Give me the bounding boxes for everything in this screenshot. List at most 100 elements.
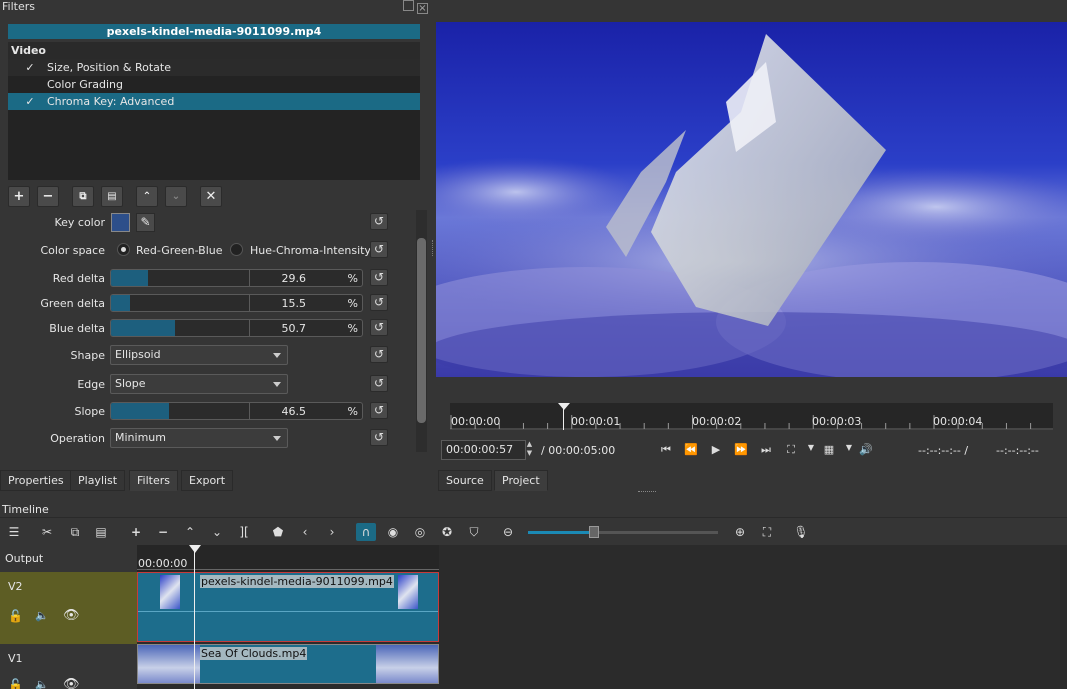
deselect-filter-button[interactable]: ✕: [200, 186, 222, 207]
paste-icon[interactable]: ▤: [93, 525, 109, 539]
timeline-tracks[interactable]: 00:00:00 pexels-kindel-media-9011099.mp4…: [137, 545, 1067, 689]
lock-icon[interactable]: 🔓: [8, 678, 23, 689]
reset-icon[interactable]: ↺: [370, 319, 388, 336]
video-preview[interactable]: [436, 22, 1067, 377]
blue-delta-slider[interactable]: 50.7 %: [110, 319, 363, 337]
grid-icon[interactable]: ▦: [821, 443, 837, 456]
move-up-button[interactable]: ⌃: [136, 186, 158, 207]
tab-properties[interactable]: Properties: [0, 470, 72, 491]
move-down-button[interactable]: ⌄: [165, 186, 187, 207]
reset-icon[interactable]: ↺: [370, 375, 388, 392]
rewind-icon[interactable]: ⏪: [683, 443, 699, 456]
zoom-in-icon[interactable]: ⊕: [732, 525, 748, 539]
slope-value[interactable]: 46.5: [282, 405, 307, 418]
play-icon[interactable]: ▶: [708, 443, 724, 456]
filter-item-selected[interactable]: ✓ Chroma Key: Advanced: [8, 93, 420, 110]
marker-icon[interactable]: ⬟: [270, 525, 286, 539]
reset-icon[interactable]: ↺: [370, 346, 388, 363]
current-timecode[interactable]: 00:00:00:57: [441, 440, 526, 460]
scrub-icon[interactable]: ◉: [385, 525, 401, 539]
timeline-ruler[interactable]: 00:00:00: [137, 545, 439, 572]
tab-filters[interactable]: Filters: [129, 470, 178, 491]
blue-delta-value[interactable]: 50.7: [282, 322, 307, 335]
tab-export[interactable]: Export: [181, 470, 234, 491]
append-icon[interactable]: +: [128, 525, 144, 539]
viewer-ruler[interactable]: 00:00:00 00:00:01 00:00:02 00:00:03 00:0…: [450, 403, 1053, 430]
splitter-handle[interactable]: [432, 240, 434, 256]
ripple-markers-icon[interactable]: ⛉: [466, 525, 482, 539]
green-delta-slider[interactable]: 15.5 %: [110, 294, 363, 312]
playhead-marker[interactable]: [189, 545, 201, 553]
remove-icon[interactable]: −: [155, 525, 171, 539]
shape-dropdown[interactable]: Ellipsoid: [110, 345, 288, 365]
reset-icon[interactable]: ↺: [370, 429, 388, 446]
record-audio-icon[interactable]: 🎙: [793, 525, 809, 539]
radio-rgb[interactable]: [117, 243, 130, 256]
skip-to-start-icon[interactable]: ⏮: [658, 443, 674, 457]
mute-icon[interactable]: 🔈: [35, 678, 49, 689]
tab-source[interactable]: Source: [438, 470, 492, 491]
eyedropper-icon[interactable]: ✎: [136, 213, 155, 232]
menu-icon[interactable]: ☰: [6, 525, 22, 539]
eye-icon[interactable]: 👁: [63, 677, 80, 689]
filter-item[interactable]: ✓ Size, Position & Rotate: [8, 59, 420, 76]
lock-icon[interactable]: 🔓: [8, 609, 23, 623]
playhead-marker[interactable]: [558, 403, 570, 410]
volume-icon[interactable]: 🔊: [858, 443, 874, 456]
fast-forward-icon[interactable]: ⏩: [733, 443, 749, 456]
track-header-v2[interactable]: V2 🔓 🔈 👁: [0, 572, 137, 644]
tab-project[interactable]: Project: [494, 470, 548, 491]
clip-v1[interactable]: Sea Of Clouds.mp4: [137, 644, 439, 684]
reset-icon[interactable]: ↺: [370, 269, 388, 286]
mute-icon[interactable]: 🔈: [35, 609, 49, 622]
chevron-down-icon[interactable]: ▼: [841, 443, 857, 452]
paste-icon[interactable]: ▤: [101, 186, 123, 207]
zoom-slider[interactable]: [528, 526, 718, 538]
reset-icon[interactable]: ↺: [370, 294, 388, 311]
scrollbar-thumb[interactable]: [417, 238, 426, 423]
overwrite-icon[interactable]: ⌄: [209, 525, 225, 539]
reset-icon[interactable]: ↺: [370, 213, 388, 230]
lift-icon[interactable]: ⌃: [182, 525, 198, 539]
reset-icon[interactable]: ↺: [370, 241, 388, 258]
ripple-icon[interactable]: ◎: [412, 525, 428, 539]
params-scrollbar[interactable]: [416, 210, 427, 452]
timecode-spinner[interactable]: ▲ ▼: [524, 440, 535, 460]
next-marker-icon[interactable]: ›: [324, 525, 340, 539]
previous-marker-icon[interactable]: ‹: [297, 525, 313, 539]
add-filter-button[interactable]: +: [8, 186, 30, 207]
copy-icon[interactable]: ⧉: [72, 186, 94, 207]
slope-slider[interactable]: 46.5 %: [110, 402, 363, 420]
copy-icon[interactable]: ⧉: [67, 525, 83, 539]
float-icon[interactable]: [403, 0, 414, 11]
filter-list[interactable]: Video ✓ Size, Position & Rotate Color Gr…: [8, 42, 420, 180]
edge-dropdown[interactable]: Slope: [110, 374, 288, 394]
radio-hci[interactable]: [230, 243, 243, 256]
checkbox[interactable]: ✓: [24, 59, 36, 76]
tab-playlist[interactable]: Playlist: [70, 470, 126, 491]
remove-filter-button[interactable]: −: [37, 186, 59, 207]
skip-to-end-icon[interactable]: ⏭: [758, 443, 774, 457]
chevron-down-icon[interactable]: ▼: [803, 443, 819, 452]
clip-v2[interactable]: pexels-kindel-media-9011099.mp4: [137, 572, 439, 642]
ripple-all-icon[interactable]: ✪: [439, 525, 455, 539]
eye-icon[interactable]: 👁: [63, 608, 80, 623]
zoom-fit-icon[interactable]: ⛶: [783, 443, 799, 457]
close-panel-icon[interactable]: ×: [417, 3, 428, 14]
cut-icon[interactable]: ✂: [39, 525, 55, 539]
splitter-handle[interactable]: [638, 491, 656, 494]
timeline-playhead[interactable]: [194, 545, 195, 689]
track-header-v1[interactable]: V1 🔓 🔈 👁: [0, 644, 137, 689]
red-delta-value[interactable]: 29.6: [282, 272, 307, 285]
checkbox[interactable]: ✓: [24, 93, 36, 110]
zoom-slider-handle[interactable]: [589, 526, 599, 538]
filter-item[interactable]: Color Grading: [8, 76, 420, 93]
split-icon[interactable]: ][: [236, 525, 252, 539]
zoom-fit-icon[interactable]: ⛶: [759, 525, 775, 539]
operation-dropdown[interactable]: Minimum: [110, 428, 288, 448]
red-delta-slider[interactable]: 29.6 %: [110, 269, 363, 287]
green-delta-value[interactable]: 15.5: [282, 297, 307, 310]
key-color-swatch[interactable]: [111, 213, 130, 232]
snap-icon[interactable]: ∩: [356, 523, 376, 541]
zoom-out-icon[interactable]: ⊖: [500, 525, 516, 539]
